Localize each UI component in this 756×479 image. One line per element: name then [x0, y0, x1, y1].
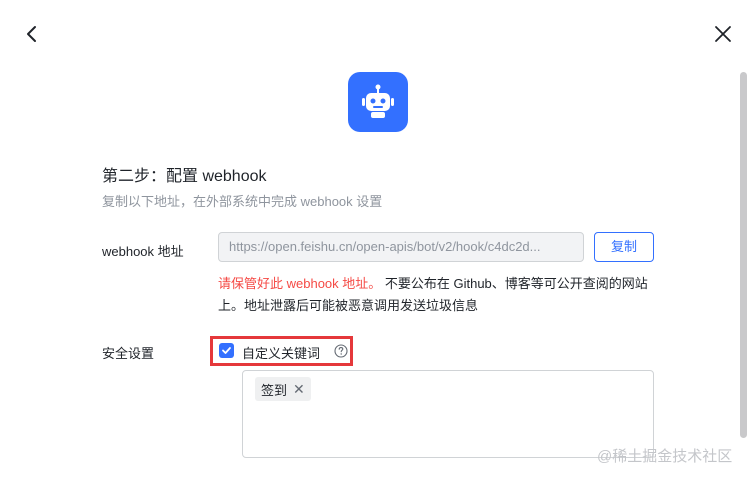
custom-keyword-label[interactable]: 自定义关键词: [242, 343, 320, 362]
help-icon[interactable]: [334, 344, 348, 358]
security-label: 安全设置: [102, 346, 155, 361]
close-button[interactable]: [713, 24, 733, 44]
keyword-tag: 签到 ✕: [255, 377, 311, 401]
webhook-url-field[interactable]: https://open.feishu.cn/open-apis/bot/v2/…: [218, 232, 584, 262]
webhook-label: webhook 地址: [102, 244, 184, 259]
keyword-tag-label: 签到: [261, 382, 288, 398]
custom-keyword-checkbox[interactable]: [219, 343, 234, 358]
step-description: 复制以下地址，在外部系统中完成 webhook 设置: [102, 194, 383, 209]
back-button[interactable]: [22, 24, 42, 44]
checkmark-icon: [222, 347, 231, 354]
warning-highlight: 请保管好此 webhook 地址。: [218, 276, 382, 291]
step-title: 第二步：配置 webhook: [102, 168, 267, 185]
copy-button[interactable]: 复制: [594, 232, 654, 262]
question-circle-icon: [334, 344, 348, 358]
robot-icon: [362, 84, 394, 118]
close-icon: [715, 26, 731, 42]
tag-remove-icon[interactable]: ✕: [293, 382, 305, 396]
scrollbar-thumb[interactable]: [740, 72, 747, 438]
watermark: @稀土掘金技术社区: [597, 448, 733, 465]
bot-avatar: [348, 72, 408, 132]
webhook-warning: 请保管好此 webhook 地址。 不要公布在 Github、博客等可公开查阅的…: [218, 273, 658, 317]
chevron-left-icon: [27, 26, 36, 42]
